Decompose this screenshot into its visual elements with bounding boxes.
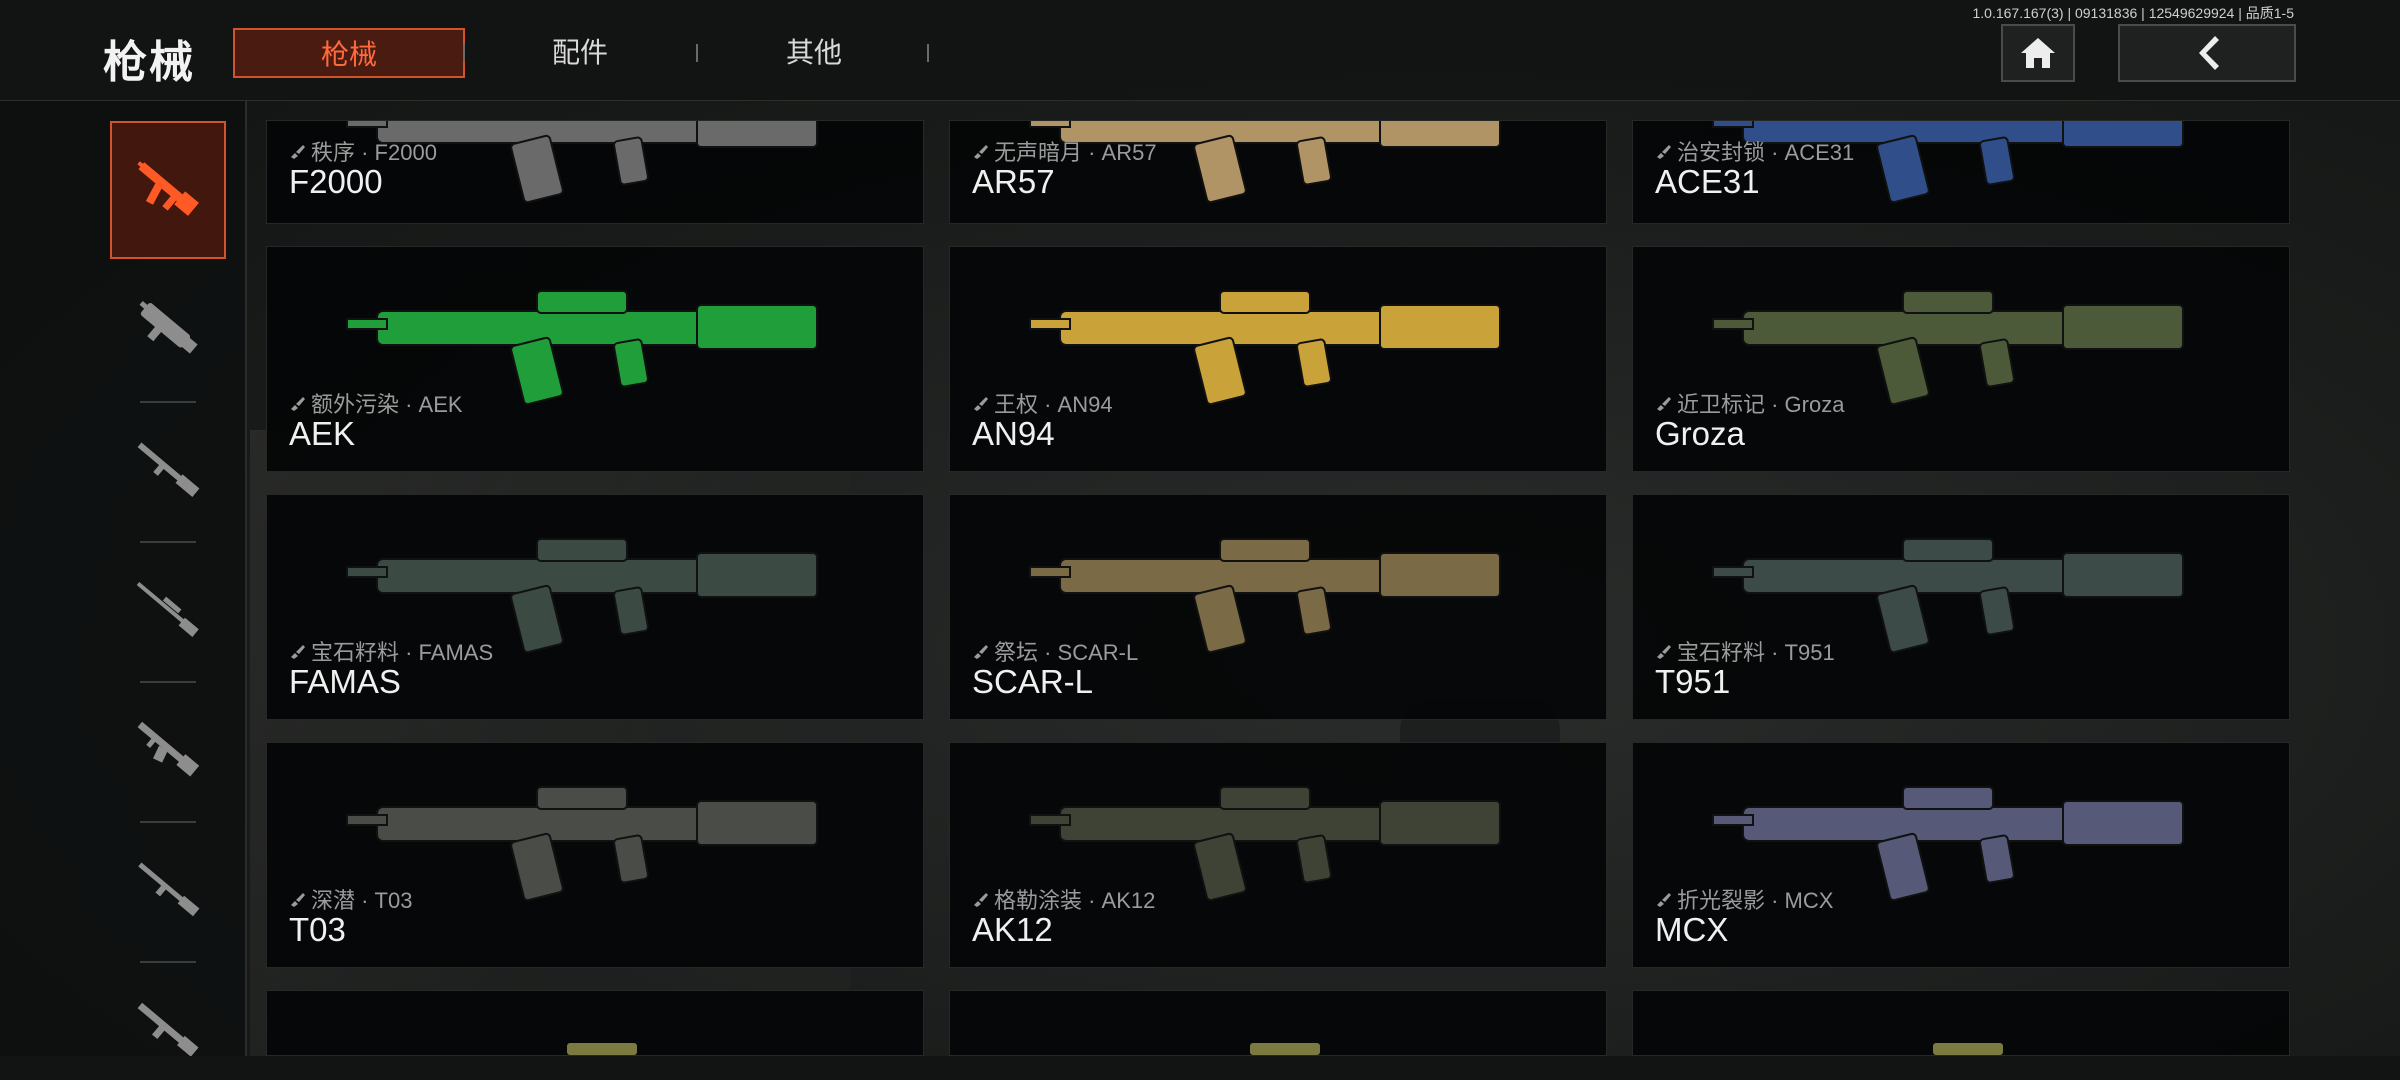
weapon-category-rail [0, 101, 247, 1056]
category-shotgun[interactable] [110, 401, 226, 539]
weapon-card[interactable]: 深潜 · T03 T03 [266, 742, 924, 968]
weapon-card[interactable]: 秩序 · F2000 F2000 [266, 120, 924, 224]
tab-divider [463, 44, 465, 62]
marksman-rifle-icon [138, 862, 200, 917]
weapon-card[interactable]: 近卫标记 · Groza Groza [1632, 246, 2290, 472]
weapon-card[interactable]: 王权 · AN94 AN94 [949, 246, 1607, 472]
category-sniper[interactable] [110, 541, 226, 679]
weapon-card[interactable]: 折光裂影 · MCX MCX [1632, 742, 2290, 968]
rifle-icon [137, 1002, 199, 1056]
brush-icon [291, 145, 305, 159]
tab-attachments[interactable]: 配件 [480, 28, 680, 78]
category-lmg[interactable] [110, 681, 226, 819]
page-title: 枪械 [103, 38, 195, 87]
weapon-card[interactable]: 无声暗月 · AR57 AR57 [949, 120, 1607, 224]
brush-icon [974, 397, 988, 411]
weapon-name: FAMAS [289, 663, 401, 700]
weapon-card[interactable]: 格勒涂装 · AK12 AK12 [949, 742, 1607, 968]
tab-guns[interactable]: 枪械 [233, 28, 465, 78]
weapon-name: T03 [289, 911, 346, 948]
weapon-image [1933, 1043, 2003, 1055]
brush-icon [974, 645, 988, 659]
brush-icon [291, 397, 305, 411]
back-button[interactable] [2118, 24, 2296, 82]
weapon-card[interactable]: 宝石籽料 · FAMAS FAMAS [266, 494, 924, 720]
weapon-card[interactable]: 治安封锁 · ACE31 ACE31 [1632, 120, 2290, 224]
brush-icon [1657, 145, 1671, 159]
weapon-image [346, 786, 818, 902]
weapon-name: AK12 [972, 911, 1053, 948]
brush-icon [1657, 645, 1671, 659]
tab-divider [696, 44, 698, 62]
weapon-name: AEK [289, 415, 356, 452]
home-button[interactable] [2001, 24, 2075, 82]
weapon-image [1250, 1043, 1320, 1055]
brush-icon [974, 893, 988, 907]
weapon-name: T951 [1655, 663, 1731, 700]
weapon-image [567, 1043, 637, 1055]
category-marksman[interactable] [110, 821, 226, 959]
sniper-rifle-icon [136, 581, 199, 637]
brush-icon [291, 645, 305, 659]
shotgun-icon [137, 442, 200, 497]
weapon-name: AN94 [972, 415, 1055, 452]
lmg-icon [137, 721, 200, 777]
weapon-name: MCX [1655, 911, 1729, 948]
category-assault-rifle[interactable] [110, 121, 226, 259]
weapon-card[interactable] [1632, 990, 2290, 1056]
weapon-card[interactable] [266, 990, 924, 1056]
category-smg[interactable] [110, 261, 226, 399]
weapon-name: SCAR-L [972, 663, 1094, 700]
tab-divider [927, 44, 929, 62]
bottom-bar [0, 1056, 2400, 1080]
weapon-name: ACE31 [1655, 163, 1760, 200]
category-rifle[interactable] [110, 961, 226, 1056]
assault-rifle-icon [137, 161, 199, 216]
weapon-card[interactable]: 祭坛 · SCAR-L SCAR-L [949, 494, 1607, 720]
top-bar: 枪械 枪械 配件 其他 1.0.167.167(3) | 09131836 | … [0, 0, 2400, 101]
brush-icon [1657, 397, 1671, 411]
brush-icon [1657, 893, 1671, 907]
weapon-name: Groza [1655, 415, 1745, 452]
smg-icon [139, 300, 198, 354]
home-icon [2021, 38, 2055, 68]
version-info: 1.0.167.167(3) | 09131836 | 12549629924 … [1972, 5, 2295, 21]
weapon-card[interactable]: 额外污染 · AEK AEK [266, 246, 924, 472]
weapon-card[interactable] [949, 990, 1607, 1056]
brush-icon [291, 893, 305, 907]
weapon-name: AR57 [972, 163, 1055, 200]
weapon-card[interactable]: 宝石籽料 · T951 T951 [1632, 494, 2290, 720]
brush-icon [974, 145, 988, 159]
weapon-name: F2000 [289, 163, 383, 200]
tab-other[interactable]: 其他 [714, 28, 914, 78]
chevron-left-icon [2199, 36, 2219, 70]
